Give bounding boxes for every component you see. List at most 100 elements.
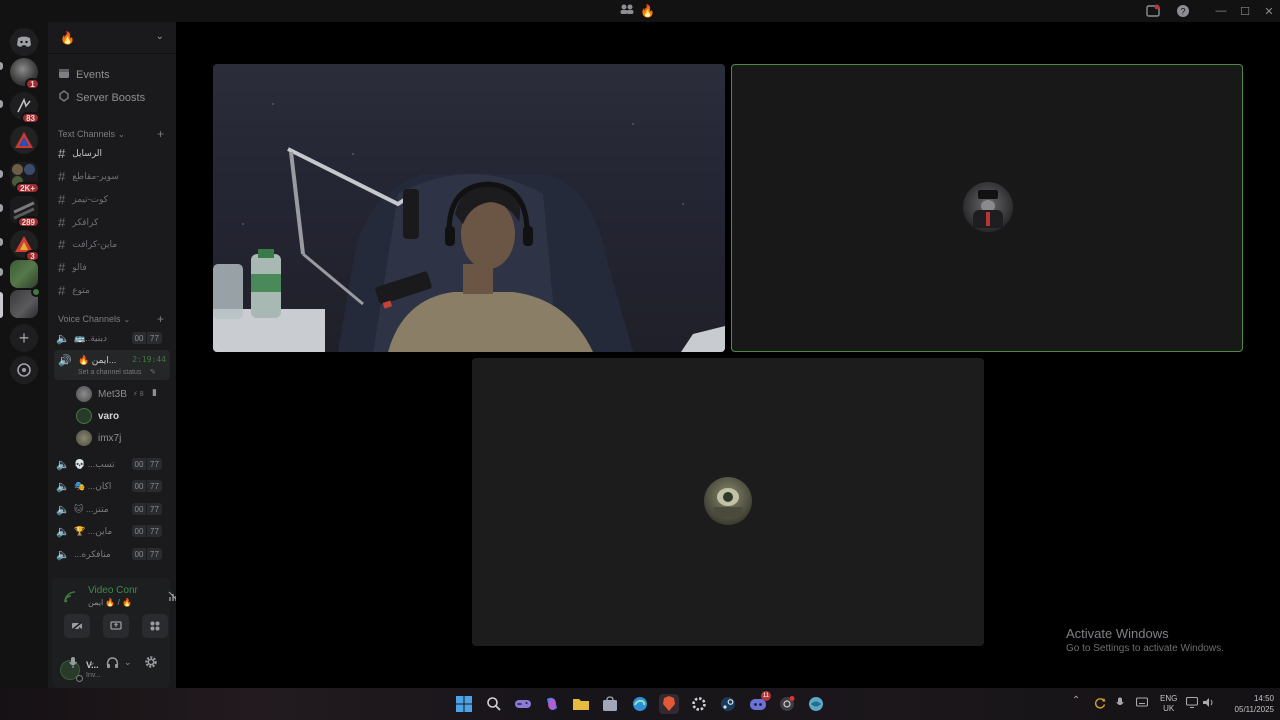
user-count: 00 xyxy=(132,480,146,492)
activities-icon[interactable] xyxy=(142,614,168,638)
discord-home-icon[interactable] xyxy=(10,28,38,56)
settings-gear-icon[interactable] xyxy=(144,655,158,674)
add-channel-icon[interactable]: + xyxy=(157,127,164,141)
keyboard-icon[interactable] xyxy=(1135,697,1149,710)
copilot-icon[interactable] xyxy=(542,694,562,714)
guild-avatar[interactable]: 1 xyxy=(10,58,40,90)
windows-start-icon[interactable] xyxy=(454,694,474,714)
guild-avatar-selected[interactable] xyxy=(10,287,41,318)
microphone-tray-icon[interactable] xyxy=(1116,697,1124,712)
clock[interactable]: 14:50 05/11/2025 xyxy=(1222,693,1274,715)
invisible-status-icon xyxy=(76,675,83,682)
discord-badge: 11 xyxy=(761,691,771,701)
user-limit: 77 xyxy=(147,503,162,515)
chrome-icon[interactable] xyxy=(777,694,797,714)
camera-video-tile[interactable] xyxy=(213,64,725,352)
windows-taskbar: 11 ⌃ ENG UK 14:50 05/11/2025 xyxy=(0,688,1280,720)
display-icon[interactable] xyxy=(1185,696,1199,711)
text-channel[interactable]: # ماين-كرافت xyxy=(58,237,117,252)
minimize-icon[interactable]: — xyxy=(1208,1,1234,21)
voice-channel[interactable]: 🔈 🚌..دينية 00 77 xyxy=(56,328,170,348)
active-voice-channel[interactable]: 🔊 🔥 ايمن... 2:19:44 Set a channel status… xyxy=(54,350,170,380)
add-channel-icon[interactable]: + xyxy=(157,312,164,326)
voice-category[interactable]: Voice Channels ⌄ xyxy=(58,314,130,324)
chevron-down-icon: ⌄ xyxy=(155,31,164,42)
steelseries-icon[interactable] xyxy=(689,694,709,714)
camera-off-icon[interactable] xyxy=(64,614,90,638)
speaker-icon: 🔈 xyxy=(56,503,70,516)
hash-icon: # xyxy=(58,215,66,230)
sync-icon[interactable] xyxy=(1094,697,1106,712)
help-icon[interactable]: ? xyxy=(1174,2,1192,20)
microphone-icon[interactable] xyxy=(68,656,78,672)
events-link[interactable]: Events xyxy=(58,67,110,82)
channel-status-prompt[interactable]: Set a channel status xyxy=(78,369,141,376)
voice-channel[interactable]: 🔈 🐱 ...متنز 00 77 xyxy=(56,499,170,519)
unread-pill xyxy=(0,238,3,246)
svg-text:?: ? xyxy=(1180,7,1185,17)
guild-avatar[interactable] xyxy=(10,126,38,154)
text-channel[interactable]: # كرافكر xyxy=(58,215,98,230)
server-header[interactable]: 🔥 ⌄ xyxy=(48,22,176,54)
guild-avatar[interactable]: 289 xyxy=(10,196,40,228)
volume-icon[interactable] xyxy=(1202,697,1214,711)
events-label: Events xyxy=(76,68,110,81)
edit-icon[interactable]: ✎ xyxy=(150,368,156,376)
chevron-up-icon[interactable]: ⌃ xyxy=(1072,695,1080,706)
server-boosts-link[interactable]: Server Boosts xyxy=(58,90,145,105)
guild-avatar[interactable]: 2K+ xyxy=(10,162,40,194)
connection-channel: ايمن 🔥 / 🔥 xyxy=(88,598,132,607)
participant-tile-speaking[interactable] xyxy=(731,64,1243,352)
voice-channel[interactable]: 🔈 💀 ...تسب 00 77 xyxy=(56,454,170,474)
text-category[interactable]: Text Channels ⌄ xyxy=(58,129,125,139)
text-channel[interactable]: # سوير-مقاطع xyxy=(58,169,119,184)
text-channel[interactable]: # فالو xyxy=(58,260,87,275)
guild-badge: 289 xyxy=(16,216,40,228)
screen-share-icon[interactable] xyxy=(103,614,129,638)
file-explorer-icon[interactable] xyxy=(571,694,591,714)
user-name: Met3B xyxy=(98,388,127,400)
chevron-down-icon[interactable]: ⌄ xyxy=(88,657,96,668)
discover-icon[interactable] xyxy=(10,356,38,384)
voice-channel[interactable]: 🔈 ...منافكره 00 77 xyxy=(56,544,170,564)
inbox-icon[interactable] xyxy=(1144,2,1162,20)
voice-user[interactable]: imx7j xyxy=(76,430,121,446)
brave-browser-icon[interactable] xyxy=(659,694,679,714)
guild-avatar[interactable] xyxy=(10,260,38,288)
guild-avatar[interactable]: 83 xyxy=(10,92,40,124)
add-server-icon[interactable]: + xyxy=(10,324,38,352)
chevron-down-icon[interactable]: ⌄ xyxy=(124,657,132,668)
user-count: 00 xyxy=(132,548,146,560)
participant-tile[interactable] xyxy=(472,358,984,646)
user-limit: 77 xyxy=(147,480,162,492)
clock-time: 14:50 xyxy=(1253,694,1274,703)
channel-sidebar: 🔥 ⌄ Events Server Boosts Text Channels ⌄… xyxy=(48,22,207,688)
speaker-icon: 🔈 xyxy=(56,525,70,538)
guild-avatar[interactable]: 3 xyxy=(10,230,40,262)
text-channel[interactable]: # كوت-تيمز xyxy=(58,192,108,207)
connection-status[interactable]: Video Connecte xyxy=(88,585,138,596)
unread-pill xyxy=(0,62,3,70)
users-icon xyxy=(620,3,634,18)
maximize-icon[interactable]: ☐ xyxy=(1232,1,1258,21)
voice-channel[interactable]: 🔈 🎭 ...اكان 00 77 xyxy=(56,476,170,496)
text-channel[interactable]: # الرسايل xyxy=(58,146,102,161)
gamepad-icon[interactable] xyxy=(513,694,533,714)
close-icon[interactable]: ✕ xyxy=(1256,1,1280,21)
search-icon[interactable] xyxy=(484,694,504,714)
text-channel[interactable]: # متوع xyxy=(58,283,90,298)
store-icon[interactable] xyxy=(600,694,620,714)
voice-user[interactable]: varo xyxy=(76,408,119,424)
headphones-icon[interactable] xyxy=(106,656,119,674)
unread-pill xyxy=(0,204,3,212)
edge-icon[interactable] xyxy=(630,694,650,714)
language-indicator[interactable]: ENG UK xyxy=(1160,694,1177,714)
discord-taskbar-icon[interactable]: 11 xyxy=(748,691,771,714)
voice-channel[interactable]: 🔈 🏆 ...ماين 00 77 xyxy=(56,521,170,541)
steam-icon[interactable] xyxy=(718,694,738,714)
title-bar: 🔥 ? — ☐ ✕ xyxy=(0,0,1280,22)
voice-user[interactable]: Met3B ⚡ 8 ▮ xyxy=(76,386,157,402)
hash-icon: # xyxy=(58,283,66,298)
voice-indicator-icon xyxy=(31,287,41,297)
app-icon[interactable] xyxy=(806,694,826,714)
